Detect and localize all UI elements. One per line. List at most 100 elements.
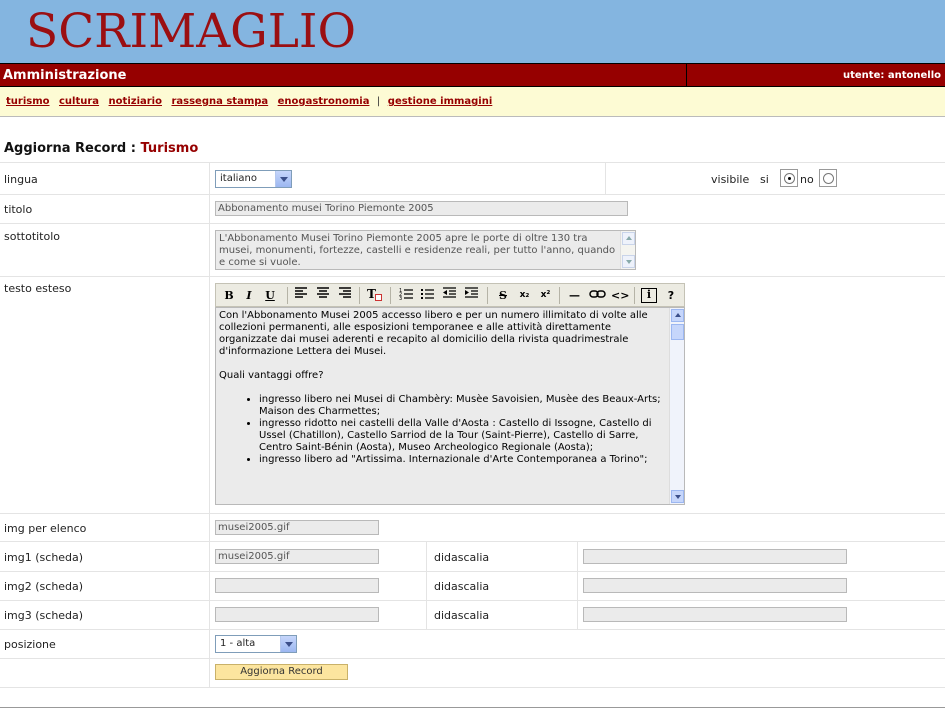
nav-link-enogastronomia[interactable]: enogastronomia	[278, 96, 370, 107]
info-button[interactable]: i	[641, 288, 657, 303]
chevron-down-icon	[280, 636, 296, 652]
posizione-label: posizione	[4, 638, 56, 651]
visibile-no-radio[interactable]	[819, 169, 837, 187]
img3-input[interactable]	[215, 607, 379, 622]
row-divider	[0, 687, 945, 688]
toolbar-separator	[559, 287, 560, 304]
scroll-down-icon[interactable]	[622, 255, 635, 268]
row-divider	[0, 658, 945, 659]
editor-scrollbar[interactable]	[669, 308, 684, 504]
column-divider	[605, 162, 606, 194]
nav-link-cultura[interactable]: cultura	[59, 96, 99, 107]
superscript-button[interactable]: x²	[537, 287, 554, 304]
editor-toolbar: B I U T 123 S x₂ x² — <> i ?	[215, 283, 685, 307]
img2-didascalia-label: didascalia	[434, 580, 490, 593]
img1-input[interactable]: musei2005.gif	[215, 549, 379, 564]
ordered-list-icon[interactable]: 123	[398, 287, 414, 304]
rich-text-editor[interactable]: Con l'Abbonamento Musei 2005 accesso lib…	[215, 307, 685, 505]
admin-title: Amministrazione	[3, 68, 127, 83]
unordered-list-icon[interactable]	[419, 287, 435, 304]
svg-text:3: 3	[399, 296, 402, 300]
underline-button[interactable]: U	[262, 287, 278, 304]
clear-format-icon[interactable]: T	[365, 287, 383, 304]
sottotitolo-scrollbar[interactable]	[620, 231, 635, 269]
header-banner: SCRIMAGLIO	[0, 0, 945, 63]
page-bottom-divider	[0, 707, 945, 708]
svg-text:T: T	[367, 287, 376, 301]
sottotitolo-textarea[interactable]: L'Abbonamento Musei Torino Piemonte 2005…	[215, 230, 636, 270]
editor-bullet-item: ingresso libero ad "Artissima. Internazi…	[259, 454, 667, 466]
nav-link-gestione-immagini[interactable]: gestione immagini	[388, 96, 493, 107]
visibile-no-label: no	[800, 173, 814, 186]
bold-button[interactable]: B	[221, 287, 237, 304]
admin-bar: Amministrazione utente: antonello	[0, 63, 945, 87]
titolo-label: titolo	[4, 203, 33, 216]
row-divider	[0, 600, 945, 601]
horizontal-rule-button[interactable]: —	[566, 287, 583, 304]
row-divider	[0, 162, 945, 163]
row-divider	[0, 513, 945, 514]
aggiorna-record-button[interactable]: Aggiorna Record	[215, 664, 348, 680]
nav-link-turismo[interactable]: turismo	[6, 96, 50, 107]
align-left-icon[interactable]	[293, 287, 309, 304]
titolo-input[interactable]: Abbonamento musei Torino Piemonte 2005	[215, 201, 628, 216]
nav-links: turismo cultura notiziario rassegna stam…	[6, 96, 498, 107]
posizione-select[interactable]: 1 - alta	[215, 635, 297, 653]
link-icon[interactable]	[588, 287, 606, 304]
editor-content: Con l'Abbonamento Musei 2005 accesso lib…	[219, 310, 667, 466]
visibile-si-radio[interactable]	[780, 169, 798, 187]
outdent-icon[interactable]	[441, 287, 457, 304]
code-button[interactable]: <>	[611, 287, 629, 304]
column-divider	[577, 541, 578, 629]
lingua-select[interactable]: italiano	[215, 170, 292, 188]
nav-link-notiziario[interactable]: notiziario	[109, 96, 162, 107]
row-divider	[0, 541, 945, 542]
site-logo: SCRIMAGLIO	[26, 4, 357, 59]
img-elenco-input[interactable]: musei2005.gif	[215, 520, 379, 535]
toolbar-separator	[287, 287, 288, 304]
toolbar-separator	[359, 287, 360, 304]
sottotitolo-text: L'Abbonamento Musei Torino Piemonte 2005…	[219, 233, 616, 268]
chevron-down-icon	[275, 171, 291, 187]
visibile-si-label: si	[760, 173, 769, 186]
toolbar-separator	[634, 287, 635, 304]
editor-paragraph: Quali vantaggi offre?	[219, 370, 324, 381]
img3-didascalia-label: didascalia	[434, 609, 490, 622]
column-divider	[426, 541, 427, 629]
indent-icon[interactable]	[463, 287, 479, 304]
nav-link-rassegna-stampa[interactable]: rassegna stampa	[171, 96, 268, 107]
nav-bar: turismo cultura notiziario rassegna stam…	[0, 87, 945, 117]
img3-label: img3 (scheda)	[4, 609, 84, 622]
img1-label: img1 (scheda)	[4, 551, 84, 564]
img2-didascalia-input[interactable]	[583, 578, 847, 593]
page-title: Aggiorna Record : Turismo	[4, 141, 198, 156]
sottotitolo-label: sottotitolo	[4, 230, 61, 243]
img-elenco-label: img per elenco	[4, 522, 87, 535]
page-title-section: Turismo	[140, 141, 199, 156]
radio-unchecked-icon	[823, 173, 834, 184]
strikethrough-button[interactable]: S	[495, 287, 511, 304]
help-button[interactable]: ?	[664, 287, 678, 304]
admin-bar-divider	[686, 64, 687, 86]
toolbar-separator	[390, 287, 391, 304]
page-title-prefix: Aggiorna Record :	[4, 141, 136, 156]
img3-didascalia-input[interactable]	[583, 607, 847, 622]
posizione-select-value: 1 - alta	[220, 638, 256, 649]
radio-checked-icon	[784, 173, 795, 184]
img2-input[interactable]	[215, 578, 379, 593]
testo-esteso-label: testo esteso	[4, 282, 72, 295]
italic-button[interactable]: I	[241, 287, 257, 304]
scroll-up-icon[interactable]	[622, 232, 635, 245]
img1-didascalia-input[interactable]	[583, 549, 847, 564]
scroll-thumb[interactable]	[671, 324, 684, 340]
lingua-label: lingua	[4, 173, 38, 186]
img1-didascalia-label: didascalia	[434, 551, 490, 564]
scroll-down-icon[interactable]	[671, 490, 684, 503]
subscript-button[interactable]: x₂	[516, 287, 533, 304]
scroll-up-icon[interactable]	[671, 309, 684, 322]
align-center-icon[interactable]	[315, 287, 331, 304]
align-right-icon[interactable]	[337, 287, 353, 304]
row-divider	[0, 194, 945, 195]
column-divider	[209, 162, 210, 687]
editor-bullet-list: ingresso libero nei Musei di Chambèry: M…	[259, 394, 667, 466]
